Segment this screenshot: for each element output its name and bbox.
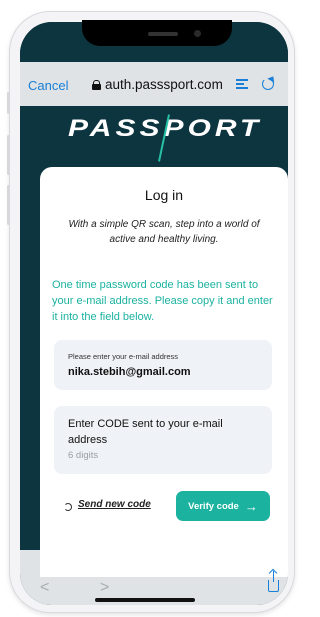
arrow-right-icon: → [244,498,258,514]
login-card: Log in With a simple QR scan, step into … [40,167,288,577]
camera [194,30,201,37]
screen-content: Cancel auth.passsport.com PASSPORT Log i… [20,22,288,605]
send-new-code-link[interactable]: Send new code [78,499,151,510]
home-indicator [95,598,195,602]
reload-icon[interactable] [262,78,274,90]
side-button [7,135,10,175]
code-field[interactable]: Enter CODE sent to your e-mail address 6… [54,406,272,474]
code-field-placeholder[interactable]: 6 digits [68,450,98,461]
lock-icon [92,79,101,90]
email-field-label: Please enter your e-mail address [68,352,179,361]
otp-info-text: One time password code has been sent to … [52,279,273,323]
email-field-value[interactable]: nika.stebih@gmail.com [68,366,191,378]
code-field-label: Enter CODE sent to your e-mail address [68,418,223,446]
url-text: auth.passsport.com [105,77,223,92]
forward-icon[interactable]: > [100,579,109,597]
page-subtitle: With a simple QR scan, step into a world… [68,219,260,245]
back-icon[interactable]: < [40,579,49,597]
verify-code-label: Verify code [188,500,239,512]
speaker [148,32,178,36]
reader-mode-icon[interactable] [236,79,248,90]
resend-icon[interactable] [64,503,72,511]
cancel-button[interactable]: Cancel [28,78,68,93]
side-button [7,185,10,225]
email-field[interactable]: Please enter your e-mail address nika.st… [54,340,272,390]
share-icon[interactable] [268,571,279,592]
verify-code-button[interactable]: Verify code → [176,491,270,521]
passport-logo: PASSPORT [68,115,258,142]
page-title: Log in [144,187,184,203]
url-display[interactable]: auth.passsport.com [92,77,223,92]
side-button [7,92,10,114]
